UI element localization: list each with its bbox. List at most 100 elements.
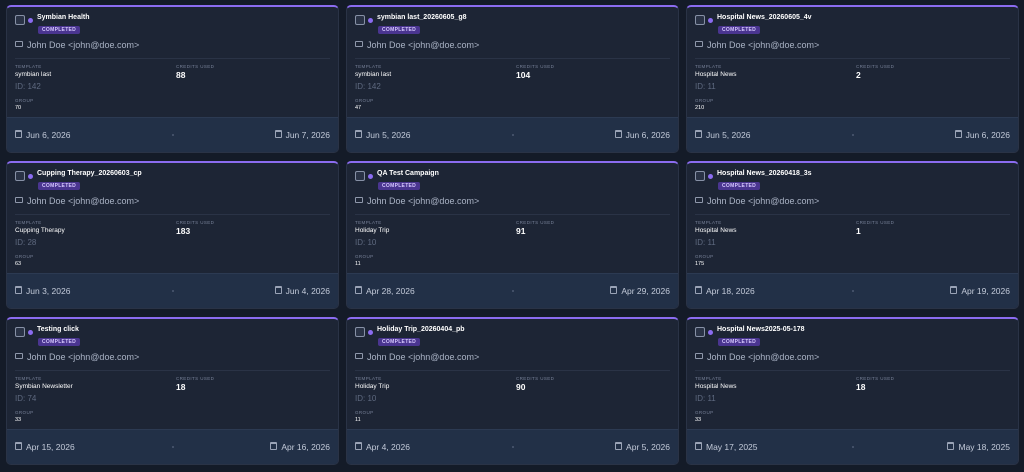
- mail-icon: [15, 41, 23, 47]
- card-header: Symbian Health COMPLETED: [15, 14, 330, 36]
- select-checkbox[interactable]: [15, 15, 25, 25]
- campaign-card[interactable]: Cupping Therapy_20260603_cp COMPLETED Jo…: [6, 161, 339, 309]
- campaign-card[interactable]: Hospital News_20260418_3s COMPLETED John…: [686, 161, 1019, 309]
- template-id: ID: 10: [355, 238, 377, 247]
- calendar-icon: [270, 442, 278, 450]
- mail-icon: [695, 41, 703, 47]
- select-checkbox[interactable]: [695, 15, 705, 25]
- credits-label: CREDITS USED: [516, 376, 555, 381]
- divider: [695, 370, 1010, 371]
- credits-label: CREDITS USED: [176, 220, 215, 225]
- campaign-title[interactable]: Cupping Therapy_20260603_cp: [37, 170, 142, 177]
- card-footer: Apr 15, 2026 Apr 16, 2026: [7, 429, 338, 464]
- status-dot-icon: [368, 330, 373, 335]
- template-label: TEMPLATE: [695, 64, 722, 69]
- end-date-text: May 18, 2025: [958, 442, 1010, 452]
- campaign-card[interactable]: QA Test Campaign COMPLETED John Doe <joh…: [346, 161, 679, 309]
- owner-email: John Doe <john@doe.com>: [367, 352, 480, 362]
- campaign-title[interactable]: QA Test Campaign: [377, 170, 439, 177]
- owner-email: John Doe <john@doe.com>: [367, 196, 480, 206]
- start-date: Jun 3, 2026: [15, 286, 70, 296]
- campaign-card[interactable]: Symbian Health COMPLETED John Doe <john@…: [6, 5, 339, 153]
- card-footer: Jun 5, 2026 Jun 6, 2026: [687, 117, 1018, 152]
- campaign-title[interactable]: Holiday Trip_20260404_pb: [377, 326, 465, 333]
- group-label: GROUP: [15, 254, 34, 259]
- calendar-icon: [954, 130, 962, 138]
- group-label: GROUP: [15, 410, 34, 415]
- calendar-icon: [610, 286, 618, 294]
- template-name: Hospital News: [695, 227, 737, 234]
- divider: [355, 370, 670, 371]
- status-dot-icon: [368, 18, 373, 23]
- group-value: 175: [695, 261, 705, 267]
- group-label: GROUP: [695, 410, 714, 415]
- end-date-text: Jun 6, 2026: [625, 130, 670, 140]
- select-checkbox[interactable]: [355, 15, 365, 25]
- campaign-title[interactable]: Symbian Health: [37, 14, 90, 21]
- campaign-card[interactable]: symbian last_20260605_g8 COMPLETED John …: [346, 5, 679, 153]
- campaign-owner: John Doe <john@doe.com>: [355, 352, 479, 362]
- status-dot-icon: [28, 18, 33, 23]
- divider: [15, 214, 330, 215]
- calendar-icon: [355, 442, 362, 450]
- date-separator: [512, 134, 514, 136]
- campaign-title[interactable]: symbian last_20260605_g8: [377, 14, 467, 21]
- campaign-title[interactable]: Hospital News_20260418_3s: [717, 170, 812, 177]
- campaign-card[interactable]: Testing click COMPLETED John Doe <john@d…: [6, 317, 339, 465]
- group-value: 70: [15, 105, 22, 111]
- end-date-text: Jun 7, 2026: [285, 130, 330, 140]
- template-label: TEMPLATE: [355, 64, 382, 69]
- card-header: Cupping Therapy_20260603_cp COMPLETED: [15, 170, 330, 192]
- template-name: symbian last: [15, 71, 52, 78]
- end-date-text: Apr 29, 2026: [621, 286, 670, 296]
- status-dot-icon: [368, 174, 373, 179]
- template-label: TEMPLATE: [15, 376, 42, 381]
- group-label: GROUP: [355, 98, 374, 103]
- select-checkbox[interactable]: [355, 327, 365, 337]
- campaign-title[interactable]: Hospital News2025-05-178: [717, 326, 805, 333]
- end-date-text: Jun 6, 2026: [965, 130, 1010, 140]
- select-checkbox[interactable]: [355, 171, 365, 181]
- status-dot-icon: [28, 330, 33, 335]
- end-date: Jun 6, 2026: [954, 130, 1010, 140]
- calendar-icon: [947, 442, 955, 450]
- owner-email: John Doe <john@doe.com>: [27, 352, 140, 362]
- card-header: Hospital News_20260418_3s COMPLETED: [695, 170, 1010, 192]
- template-label: TEMPLATE: [695, 376, 722, 381]
- start-date-text: Apr 15, 2026: [26, 442, 75, 452]
- credits-label: CREDITS USED: [176, 376, 215, 381]
- date-separator: [852, 134, 854, 136]
- date-separator: [172, 446, 174, 448]
- credits-value: 91: [516, 226, 526, 236]
- select-checkbox[interactable]: [695, 171, 705, 181]
- status-badge: COMPLETED: [378, 26, 421, 34]
- campaign-card[interactable]: Hospital News2025-05-178 COMPLETED John …: [686, 317, 1019, 465]
- campaign-card[interactable]: Hospital News_20260605_4v COMPLETED John…: [686, 5, 1019, 153]
- start-date: Jun 5, 2026: [695, 130, 750, 140]
- select-checkbox[interactable]: [15, 171, 25, 181]
- campaign-card[interactable]: Holiday Trip_20260404_pb COMPLETED John …: [346, 317, 679, 465]
- date-separator: [512, 290, 514, 292]
- group-label: GROUP: [15, 98, 34, 103]
- campaign-owner: John Doe <john@doe.com>: [355, 196, 479, 206]
- card-footer: Apr 18, 2026 Apr 19, 2026: [687, 273, 1018, 308]
- credits-value: 88: [176, 70, 186, 80]
- owner-email: John Doe <john@doe.com>: [27, 40, 140, 50]
- select-checkbox[interactable]: [695, 327, 705, 337]
- end-date: Apr 5, 2026: [615, 442, 670, 452]
- start-date-text: May 17, 2025: [706, 442, 758, 452]
- divider: [15, 370, 330, 371]
- campaign-title[interactable]: Hospital News_20260605_4v: [717, 14, 812, 21]
- divider: [695, 214, 1010, 215]
- mail-icon: [15, 353, 23, 359]
- select-checkbox[interactable]: [15, 327, 25, 337]
- calendar-icon: [695, 130, 702, 138]
- campaign-title[interactable]: Testing click: [37, 326, 79, 333]
- card-header: Testing click COMPLETED: [15, 326, 330, 348]
- calendar-icon: [274, 130, 282, 138]
- mail-icon: [15, 197, 23, 203]
- start-date-text: Apr 28, 2026: [366, 286, 415, 296]
- group-value: 47: [355, 105, 362, 111]
- start-date-text: Jun 6, 2026: [26, 130, 71, 140]
- template-label: TEMPLATE: [695, 220, 722, 225]
